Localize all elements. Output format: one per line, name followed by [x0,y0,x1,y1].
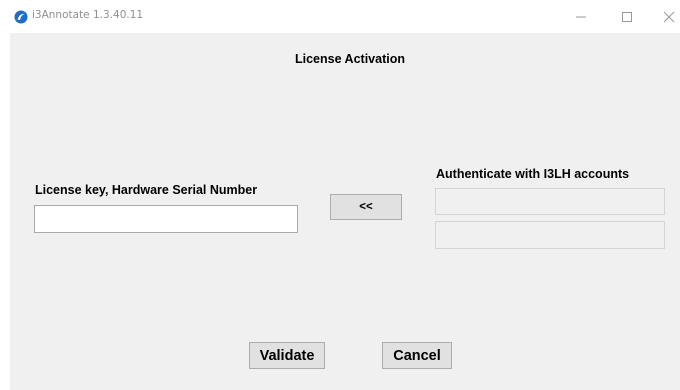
license-key-input[interactable] [34,205,298,233]
i3annotate-logo-icon [14,10,28,24]
window-title: i3Annotate 1.3.40.11 [32,9,144,21]
transfer-button[interactable]: << [330,194,402,220]
authenticate-label: Authenticate with I3LH accounts [436,167,630,181]
minimize-icon [576,16,586,18]
close-icon [663,11,675,23]
validate-button[interactable]: Validate [249,342,325,369]
minimize-button[interactable] [564,0,598,33]
title-bar: i3Annotate 1.3.40.11 [0,0,680,33]
maximize-icon [622,12,632,22]
auth-password-input[interactable] [435,221,665,249]
license-key-label: License key, Hardware Serial Number [35,183,258,197]
cancel-button[interactable]: Cancel [382,342,452,369]
close-button[interactable] [652,0,680,33]
dialog-heading: License Activation [295,52,405,66]
maximize-button[interactable] [610,0,644,33]
dialog-body: License Activation License key, Hardware… [10,33,680,390]
auth-username-input[interactable] [435,188,665,215]
